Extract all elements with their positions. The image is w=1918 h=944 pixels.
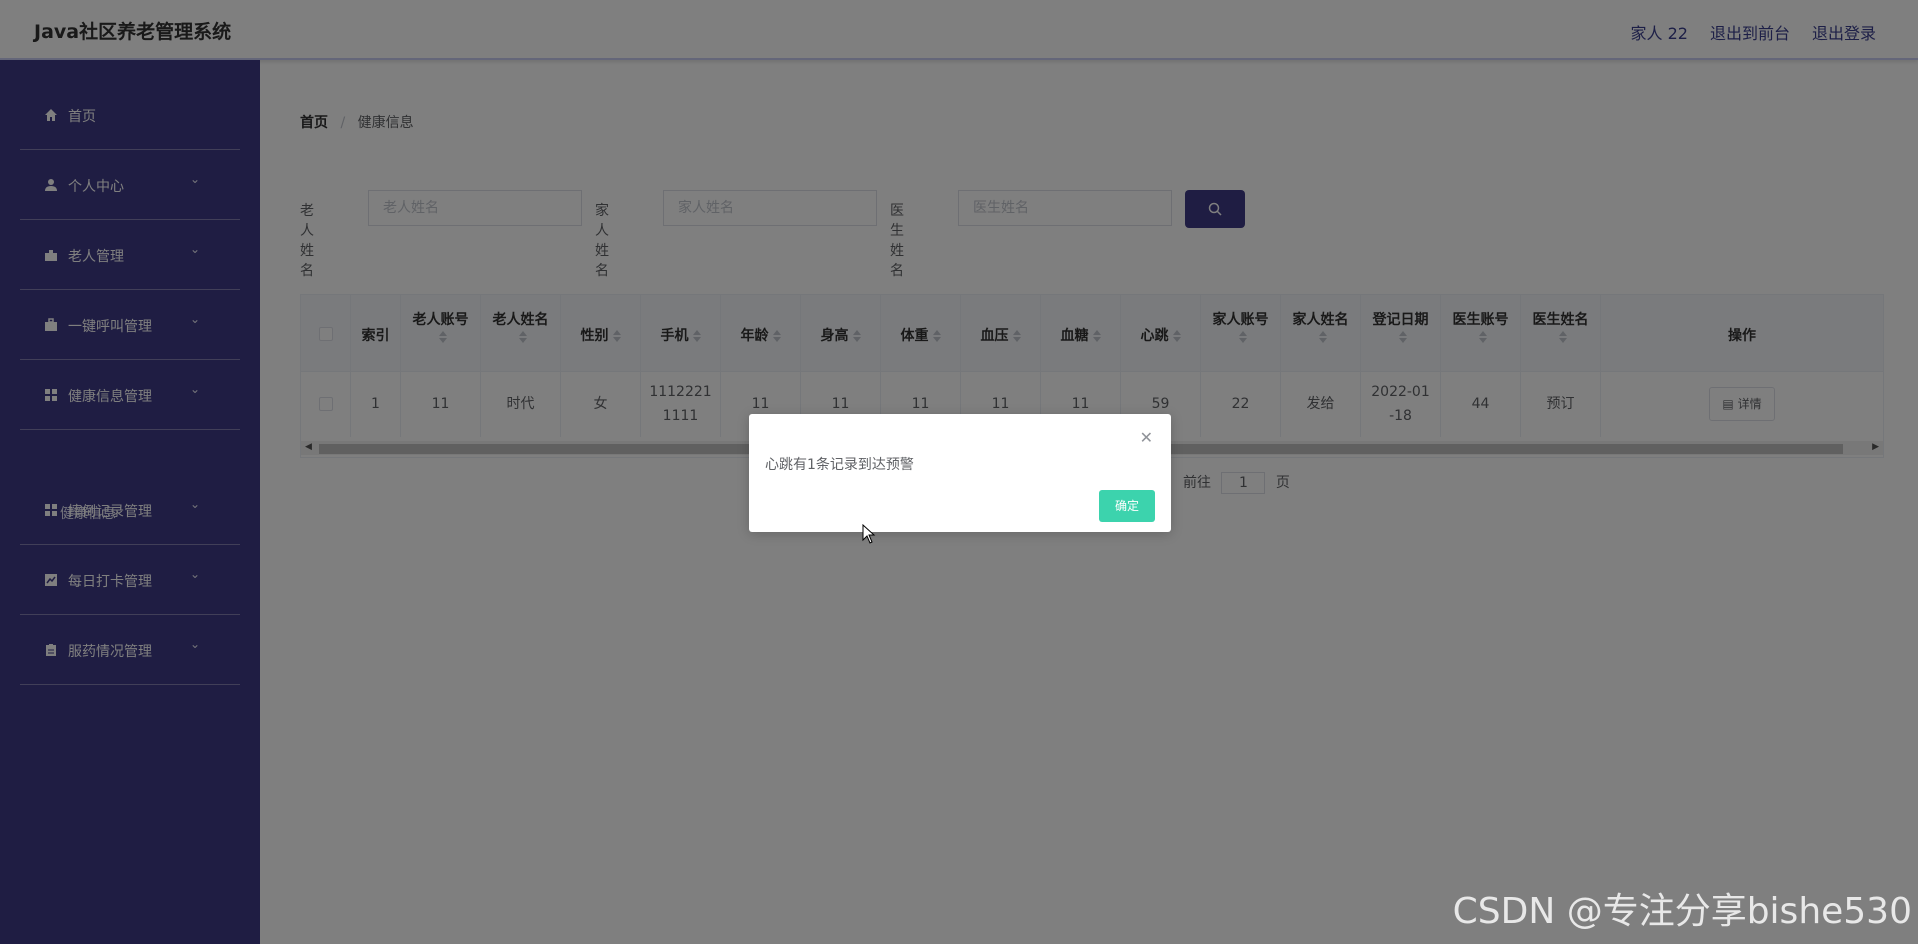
dialog-message: 心跳有1条记录到达预警 <box>765 457 914 473</box>
watermark: CSDN @专注分享bishe530 <box>1452 891 1912 932</box>
close-icon[interactable]: ✕ <box>1140 428 1153 447</box>
alert-dialog: ✕ 心跳有1条记录到达预警 确定 <box>749 414 1171 532</box>
mouse-cursor-icon <box>862 524 876 544</box>
confirm-button[interactable]: 确定 <box>1099 490 1155 522</box>
